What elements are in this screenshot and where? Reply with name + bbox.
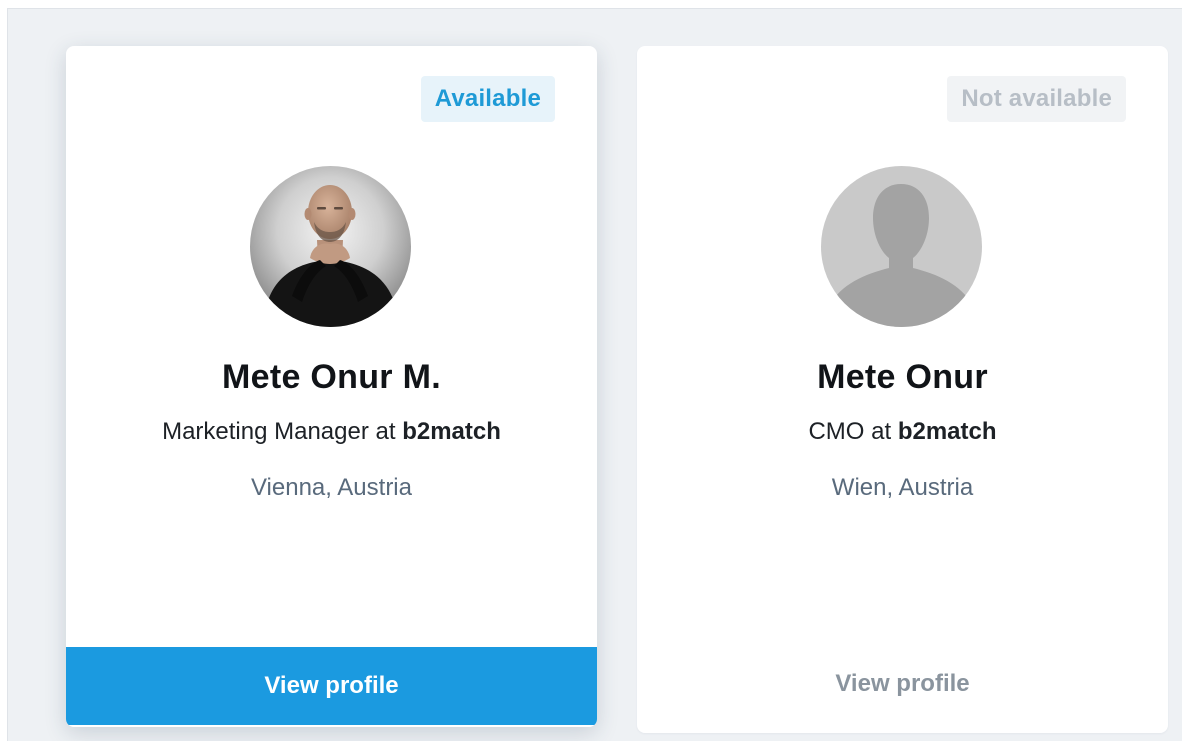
participant-card[interactable]: Available Mete Onur M. Marketing Manager…	[66, 46, 597, 727]
company-name: b2match	[897, 418, 997, 445]
participant-location: Wien, Austria	[831, 474, 974, 501]
avatar-photo	[250, 166, 411, 327]
page: Available Mete Onur M. Marketing Manager…	[0, 0, 1182, 741]
role-title: Marketing Manager at	[162, 418, 403, 445]
view-profile-button[interactable]: View profile	[637, 645, 1168, 723]
participant-location: Vienna, Austria	[250, 474, 412, 501]
participant-card[interactable]: Not available Mete Onur CMO at b2match W…	[637, 46, 1168, 733]
default-user-silhouette-icon	[821, 166, 982, 327]
participant-name: Mete Onur	[817, 358, 988, 396]
participant-role: CMO at b2match	[637, 418, 1168, 446]
status-badge-not-available: Not available	[947, 76, 1126, 122]
company-name: b2match	[402, 418, 501, 445]
avatar-placeholder	[821, 166, 982, 327]
person-photo-icon	[250, 166, 411, 327]
view-profile-button[interactable]: View profile	[66, 647, 597, 725]
participant-role: Marketing Manager at b2match	[66, 418, 597, 446]
role-title: CMO at	[808, 418, 898, 445]
participant-name: Mete Onur M.	[222, 358, 441, 396]
status-badge-available: Available	[420, 76, 555, 122]
cards-area: Available Mete Onur M. Marketing Manager…	[7, 8, 1182, 741]
